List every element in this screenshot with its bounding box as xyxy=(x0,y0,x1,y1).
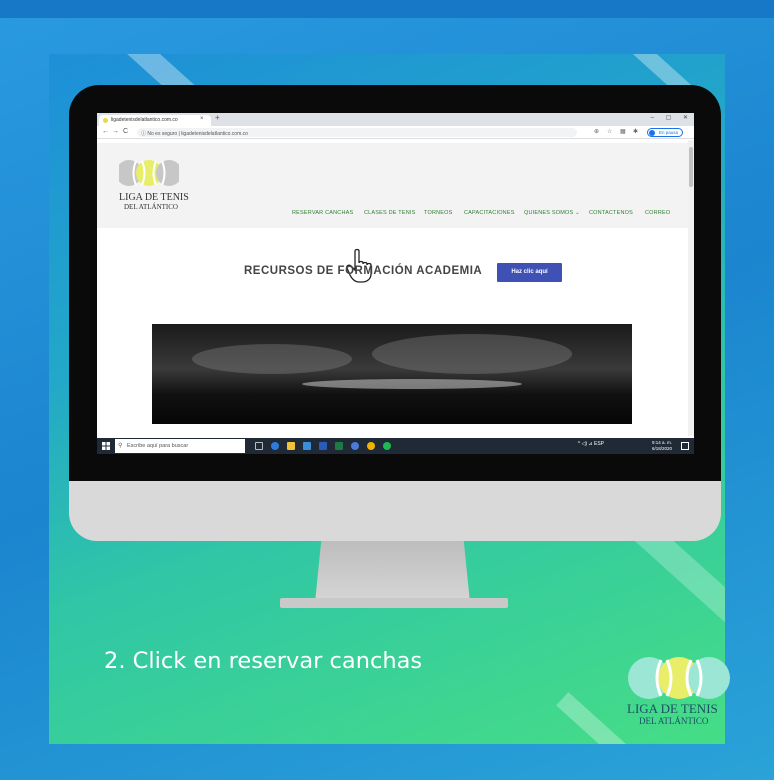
menu-reservar-canchas[interactable]: RESERVAR CANCHAS xyxy=(292,210,353,216)
extension-icon[interactable]: ▦ xyxy=(620,128,626,135)
screen: ligadetenisdelatlantico.com.co × + – ▢ ✕… xyxy=(97,113,694,454)
zoom-icon[interactable]: ⊕ xyxy=(594,128,599,135)
avatar xyxy=(649,130,655,136)
menu-contactenos[interactable]: CONTACTENOS xyxy=(589,210,633,216)
star-icon[interactable]: ☆ xyxy=(607,128,612,135)
corner-logo: LIGA DE TENIS DEL ATLÁNTICO xyxy=(625,656,735,746)
menu-clases-de-tenis[interactable]: CLASES DE TENIS xyxy=(364,210,416,216)
new-tab-icon[interactable]: + xyxy=(215,113,220,122)
clock-date: 6/18/2020 xyxy=(651,446,672,451)
windows-taskbar: ⚲ Escribe aquí para buscar ^ ◁) ⊿ ESP 9:… xyxy=(97,438,694,454)
menu-capacitaciones[interactable]: CAPACITACIONES xyxy=(464,210,515,216)
monitor-stand xyxy=(315,541,470,603)
browser-tabbar: ligadetenisdelatlantico.com.co × + – ▢ ✕ xyxy=(97,113,694,126)
tab-title: ligadetenisdelatlantico.com.co xyxy=(111,117,178,123)
stadium-lights xyxy=(302,379,522,389)
top-strip xyxy=(0,0,774,18)
reload-icon[interactable]: C xyxy=(123,128,128,135)
puzzle-icon[interactable]: ✱ xyxy=(633,128,638,135)
step-caption: 2. Click en reservar canchas xyxy=(104,648,423,674)
cloud-shape xyxy=(192,344,352,374)
edge-icon[interactable] xyxy=(271,442,279,450)
store-icon[interactable] xyxy=(303,442,311,450)
word-icon[interactable] xyxy=(319,442,327,450)
scrollbar-thumb[interactable] xyxy=(689,147,693,187)
browser-toolbar: ← → C ⓘ No es seguro | ligadetenisdelatl… xyxy=(97,126,694,139)
search-icon: ⚲ xyxy=(118,443,123,449)
tennis-balls-icon xyxy=(119,160,179,186)
video-banner[interactable] xyxy=(152,324,632,424)
close-icon[interactable]: × xyxy=(200,116,204,122)
window-controls[interactable]: – ▢ ✕ xyxy=(651,114,688,121)
profile-pause-button[interactable]: En pausa xyxy=(647,128,683,137)
windows-start-icon[interactable] xyxy=(102,442,110,450)
tennis-balls-icon xyxy=(628,657,730,699)
forward-arrow-icon[interactable]: → xyxy=(112,128,119,135)
menu-correo[interactable]: CORREO xyxy=(645,210,670,216)
pause-label: En pausa xyxy=(659,130,679,135)
monitor-chin xyxy=(69,481,721,541)
browser-tab[interactable]: ligadetenisdelatlantico.com.co × xyxy=(99,115,211,126)
system-tray[interactable]: ^ ◁) ⊿ ESP xyxy=(578,441,604,447)
chrome-icon[interactable] xyxy=(367,442,375,450)
file-explorer-icon[interactable] xyxy=(287,442,295,450)
task-view-icon[interactable] xyxy=(255,442,263,450)
monitor-base xyxy=(280,598,508,608)
logo-title: LIGA DE TENIS xyxy=(119,192,189,203)
logo-subtitle: DEL ATLÁNTICO xyxy=(124,203,178,211)
menu-torneos[interactable]: TORNEOS xyxy=(424,210,453,216)
site-logo[interactable]: LIGA DE TENIS DEL ATLÁNTICO xyxy=(119,155,189,215)
notification-icon[interactable] xyxy=(681,442,689,450)
taskbar-search-input[interactable]: ⚲ Escribe aquí para buscar xyxy=(115,439,245,453)
url-input[interactable]: ⓘ No es seguro | ligadetenisdelatlantico… xyxy=(137,128,577,137)
spotify-icon[interactable] xyxy=(383,442,391,450)
haz-clic-button[interactable]: Haz clic aquí xyxy=(497,263,562,282)
corner-logo-subtitle: DEL ATLÁNTICO xyxy=(639,716,709,726)
corner-logo-title: LIGA DE TENIS xyxy=(627,701,718,716)
back-arrow-icon[interactable]: ← xyxy=(102,128,109,135)
excel-icon[interactable] xyxy=(335,442,343,450)
app-icon[interactable] xyxy=(351,442,359,450)
search-placeholder: Escribe aquí para buscar xyxy=(127,443,189,449)
taskbar-clock[interactable]: 9:14 a. m. 6/18/2020 xyxy=(652,440,672,452)
menu-quienes-somos[interactable]: QUIENES SOMOS ⌄ xyxy=(524,210,580,216)
cloud-shape xyxy=(372,334,572,374)
site-favicon-icon xyxy=(103,118,108,123)
page-heading: RECURSOS DE FORMACIÓN ACADEMIA xyxy=(244,265,483,277)
